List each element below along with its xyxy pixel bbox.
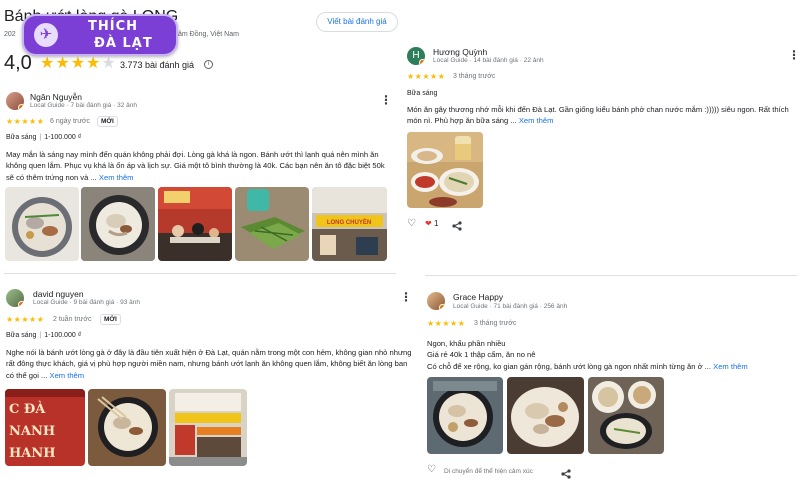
- review-date: 6 ngày trước: [50, 118, 91, 125]
- food-bowl-image: [88, 389, 166, 466]
- new-badge: MỚI: [100, 314, 121, 325]
- like-count: 1: [433, 219, 439, 228]
- review-line-1: Ngon, khẩu phần nhiều: [427, 339, 506, 348]
- review-photo[interactable]: [5, 187, 79, 261]
- review-photo[interactable]: [169, 389, 247, 466]
- avatar[interactable]: [6, 289, 24, 307]
- more-options-icon[interactable]: ⋮: [400, 291, 412, 303]
- thich-da-lat-logo: ✈ THÍCH ĐÀ LẠT: [22, 14, 178, 56]
- review-divider: [425, 275, 797, 276]
- review-photo[interactable]: LONG CHUYỀN: [312, 187, 387, 261]
- review-photo[interactable]: [88, 389, 166, 466]
- write-review-button[interactable]: Viết bài đánh giá: [316, 12, 398, 32]
- reviewer-name[interactable]: Ngân Nguyễn: [30, 92, 82, 102]
- food-bowl-image: [12, 197, 72, 257]
- info-icon[interactable]: i: [204, 60, 213, 69]
- reaction-chip[interactable]: ❤ 1: [425, 219, 438, 228]
- review-date: 3 tháng trước: [474, 320, 517, 327]
- svg-text:HANH: HANH: [9, 446, 56, 461]
- share-icon[interactable]: [452, 218, 462, 236]
- plane-icon: ✈: [34, 23, 58, 47]
- food-bowl-image: [81, 187, 155, 261]
- review-stars: ★★★★★: [407, 72, 446, 81]
- leaf-wrapped-cake-image: [235, 187, 309, 261]
- review-stars: ★★★★★: [6, 315, 45, 324]
- shop-sign-image: C ĐÀ NANH HANH: [5, 389, 85, 466]
- restaurant-interior-image: [158, 187, 232, 261]
- food-plate-image: [507, 377, 584, 454]
- review-photo[interactable]: [588, 377, 664, 454]
- svg-text:C ĐÀ: C ĐÀ: [9, 401, 46, 417]
- review-photo[interactable]: [81, 187, 155, 261]
- local-guide-badge-icon: [419, 59, 425, 65]
- review-photo[interactable]: [158, 187, 232, 261]
- review-text: Nghe nói là bánh ướt lòng gà ở đây là đầ…: [6, 348, 412, 380]
- review-stars: ★★★★★: [6, 117, 45, 126]
- shopfront-image: LONG CHUYỀN: [312, 187, 387, 261]
- avatar[interactable]: [427, 292, 445, 310]
- review-tags: Bữa sáng | 1-100.000 ₫: [6, 134, 82, 141]
- review-date: 2 tuần trước: [53, 316, 92, 323]
- reviewer-name[interactable]: Grace Happy: [453, 292, 503, 302]
- review-photo[interactable]: [407, 132, 483, 208]
- review-count[interactable]: 3.773 bài đánh giá: [120, 60, 194, 70]
- heart-filled-icon: ❤: [425, 219, 432, 228]
- review-date: 3 tháng trước: [453, 73, 496, 80]
- new-badge: MỚI: [97, 116, 118, 127]
- local-guide-badge-icon: [18, 301, 24, 307]
- review-text: Món ăn gây thương nhớ mỗi khi đến Đà Lạt…: [407, 105, 789, 126]
- logo-text-line2: ĐÀ LẠT: [94, 36, 153, 51]
- logo-text-line1: THÍCH: [88, 19, 139, 34]
- like-icon[interactable]: ♡: [407, 218, 416, 229]
- avatar[interactable]: [6, 92, 24, 110]
- avatar[interactable]: H: [407, 47, 425, 65]
- read-more-link[interactable]: Xem thêm: [99, 173, 134, 182]
- average-rating-stars: ★★★★★: [40, 55, 117, 72]
- reviewer-meta: Local Guide · 14 bài đánh giá · 22 ảnh: [433, 57, 544, 64]
- food-bowl-image: [427, 377, 503, 454]
- review-photo[interactable]: [507, 377, 584, 454]
- price-tag: 1-100.000 ₫: [44, 134, 82, 141]
- more-options-icon[interactable]: ⋮: [788, 49, 800, 61]
- review-divider: [4, 273, 396, 274]
- meal-tag: Bữa sáng: [6, 134, 37, 141]
- reaction-hint: Di chuyển để thể hiện cảm xúc: [444, 468, 533, 475]
- reviewer-meta: Local Guide · 9 bài đánh giá · 93 ảnh: [33, 299, 140, 306]
- more-options-icon[interactable]: ⋮: [380, 94, 392, 106]
- food-spread-image: [407, 132, 483, 208]
- price-tag: 1-100.000 ₫: [44, 332, 82, 339]
- share-icon[interactable]: [561, 466, 571, 484]
- read-more-link[interactable]: Xem thêm: [713, 362, 748, 371]
- read-more-link[interactable]: Xem thêm: [50, 371, 85, 380]
- review-photo[interactable]: [427, 377, 503, 454]
- local-guide-badge-icon: [439, 304, 445, 310]
- review-line-3: Có chỗ để xe rộng, ko gian gán rộng, bán…: [427, 362, 748, 371]
- meal-tag: Bữa sáng: [407, 90, 438, 97]
- shopfront-image: [169, 389, 247, 466]
- meal-tag: Bữa sáng: [6, 332, 37, 339]
- food-table-image: [588, 377, 664, 454]
- reviewer-name[interactable]: david nguyen: [33, 289, 84, 299]
- review-photo[interactable]: [235, 187, 309, 261]
- place-address-right: âm Đồng, Việt Nam: [178, 31, 239, 38]
- review-text: May mắn là sáng nay mình đến quán không …: [6, 150, 385, 182]
- reviewer-meta: Local Guide · 7 bài đánh giá · 32 ảnh: [30, 102, 137, 109]
- review-line-2: Giá rẻ 40k 1 thập cẩm, ăn no nê: [427, 350, 536, 359]
- review-stars: ★★★★★: [427, 319, 466, 328]
- reviewer-name[interactable]: Hương Quỳnh: [433, 47, 487, 57]
- svg-text:NANH: NANH: [9, 424, 55, 439]
- average-rating: 4,0: [4, 52, 32, 74]
- like-icon[interactable]: ♡: [427, 464, 436, 475]
- read-more-link[interactable]: Xem thêm: [519, 116, 554, 125]
- shop-sign-text: LONG CHUYỀN: [327, 219, 371, 226]
- local-guide-badge-icon: [18, 104, 24, 110]
- reviewer-meta: Local Guide · 71 bài đánh giá · 256 ảnh: [453, 303, 568, 310]
- review-tags: Bữa sáng | 1-100.000 ₫: [6, 332, 82, 339]
- review-photo[interactable]: C ĐÀ NANH HANH: [5, 389, 85, 466]
- place-address-left: 202: [4, 31, 16, 38]
